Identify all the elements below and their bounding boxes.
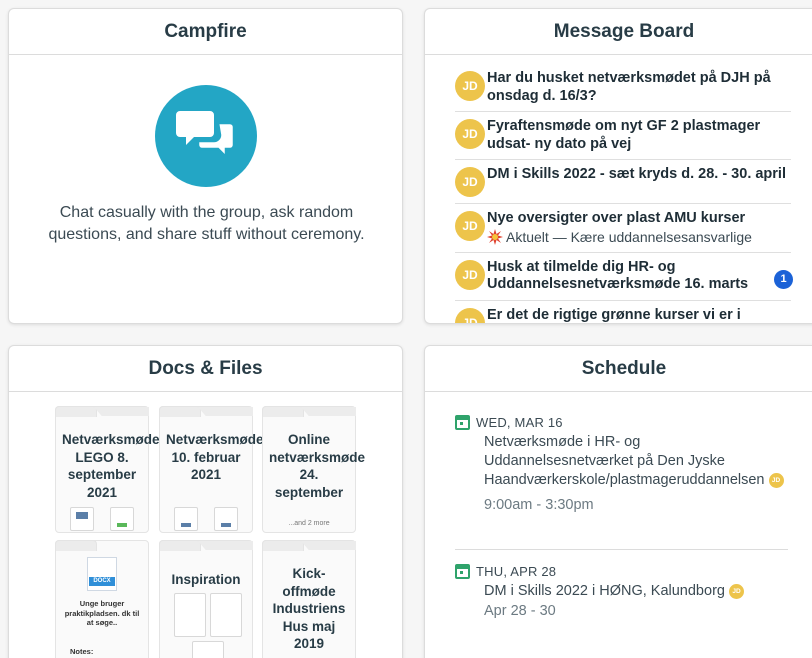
docs-files-title[interactable]: Docs & Files [148,358,262,380]
campfire-card[interactable]: Campfire Chat casually with the group, a… [8,8,403,324]
message-title[interactable]: Nye oversigter over plast AMU kurser [487,210,791,228]
document-item[interactable]: DOCX Unge bruger praktikpladsen. dk til … [55,540,149,658]
avatar: JD [729,583,744,599]
message-title[interactable]: Fyraftensmøde om nyt GF 2 plastmager uds… [487,118,791,153]
avatar: JD [455,71,485,101]
file-thumbnail [110,507,134,531]
campfire-description: Chat casually with the group, ask random… [48,204,365,243]
folder-item[interactable]: Netværksmøde 10. februar 2021 [159,406,264,533]
message-board-card[interactable]: Message Board JD Har du husket netværksm… [424,8,812,324]
schedule-event[interactable]: THU, APR 28 DM i Skills 2022 i HØNG, Kal… [455,564,788,619]
message-item[interactable]: JD Er det de rigtige grønne kurser vi er… [455,301,791,324]
avatar: JD [455,307,485,323]
event-title[interactable]: DM i Skills 2022 i HØNG, Kalundborg JD [484,582,788,601]
event-time: Apr 28 - 30 [484,603,556,619]
event-date-text: THU, APR 28 [476,564,557,579]
folder-name: Kick-offmøde Industriens Hus maj 2019 [272,566,346,651]
schedule-title[interactable]: Schedule [582,358,666,380]
chat-bubbles-icon [155,85,257,187]
schedule-event[interactable]: WED, MAR 16 Netværksmøde i HR- og Uddann… [455,415,788,513]
document-preview-text: Unge bruger praktikpladsen. dk til at sø… [64,599,140,627]
folder-name: Netværksmøde LEGO 8. september 2021 [62,432,160,500]
folder-name: Online netværksmøde 24. september [269,432,366,500]
event-date: THU, APR 28 [455,564,788,579]
file-thumbnail [214,507,238,531]
docx-label: DOCX [89,577,115,586]
file-thumbnail [174,507,198,531]
schedule-header: Schedule [425,346,812,392]
folder-name: Inspiration [171,572,241,587]
event-date: WED, MAR 16 [455,415,788,430]
message-item[interactable]: JD Har du husket netværksmødet på DJH på… [455,64,791,112]
message-title[interactable]: Husk at tilmelde dig HR- og Uddannelsesn… [487,259,791,294]
divider [455,549,788,550]
file-thumbnail [174,593,206,637]
calendar-icon [455,415,470,430]
message-item[interactable]: JD Fyraftensmøde om nyt GF 2 plastmager … [455,112,791,160]
campfire-title[interactable]: Campfire [164,21,246,43]
docs-files-header: Docs & Files [9,346,402,392]
folder-item[interactable]: Kick-offmøde Industriens Hus maj 2019 [262,540,356,658]
docs-files-card[interactable]: Docs & Files Netværksmøde LEGO 8. septem… [8,345,403,658]
folder-item[interactable]: Netværksmøde LEGO 8. september 2021 [55,406,160,533]
avatar: JD [768,472,784,488]
message-list: JD Har du husket netværksmødet på DJH på… [455,64,793,324]
file-thumbnail [210,593,242,637]
message-item[interactable]: JD Husk at tilmelde dig HR- og Uddannels… [455,253,793,301]
avatar: JD [455,259,485,290]
event-time: 9:00am - 3:30pm [484,497,594,513]
schedule-card[interactable]: Schedule WED, MAR 16 Netværksmøde i HR- … [424,345,812,658]
file-thumbnail [70,507,94,531]
file-thumbnail [192,641,224,658]
event-title[interactable]: Netværksmøde i HR- og Uddannelsesnetværk… [484,433,788,490]
event-title-text: Netværksmøde i HR- og Uddannelsesnetværk… [484,434,765,488]
calendar-icon [455,564,470,579]
avatar: JD [455,119,485,149]
message-board-header: Message Board [425,9,812,55]
event-title-text: DM i Skills 2022 i HØNG, Kalundborg [484,583,725,599]
message-title[interactable]: Er det de rigtige grønne kurser vi er i [487,307,791,324]
document-notes-label: Notes: [70,647,94,656]
campfire-header: Campfire [9,9,402,55]
message-title[interactable]: DM i Skills 2022 - sæt kryds d. 28. - 30… [487,166,791,184]
message-item[interactable]: JD DM i Skills 2022 - sæt kryds d. 28. -… [455,160,791,204]
folder-item[interactable]: Inspiration [159,540,253,658]
folder-name: Netværksmøde 10. februar 2021 [166,432,264,482]
more-files-note: ...and 2 more [288,520,330,527]
avatar: JD [455,211,485,241]
message-item[interactable]: JD Nye oversigter over plast AMU kurser … [455,204,791,253]
message-title[interactable]: Har du husket netværksmødet på DJH på on… [487,70,791,105]
message-board-title[interactable]: Message Board [554,21,694,43]
folder-item[interactable]: Online netværksmøde 24. september ...and… [262,406,366,533]
unread-count-badge: 1 [774,269,793,289]
collision-icon [487,228,503,245]
message-excerpt-text: Aktuelt — Kære uddannelsesansvarlige [506,228,752,245]
avatar: JD [455,167,485,197]
event-date-text: WED, MAR 16 [476,415,563,430]
message-excerpt: Aktuelt — Kære uddannelsesansvarlige [487,228,791,246]
